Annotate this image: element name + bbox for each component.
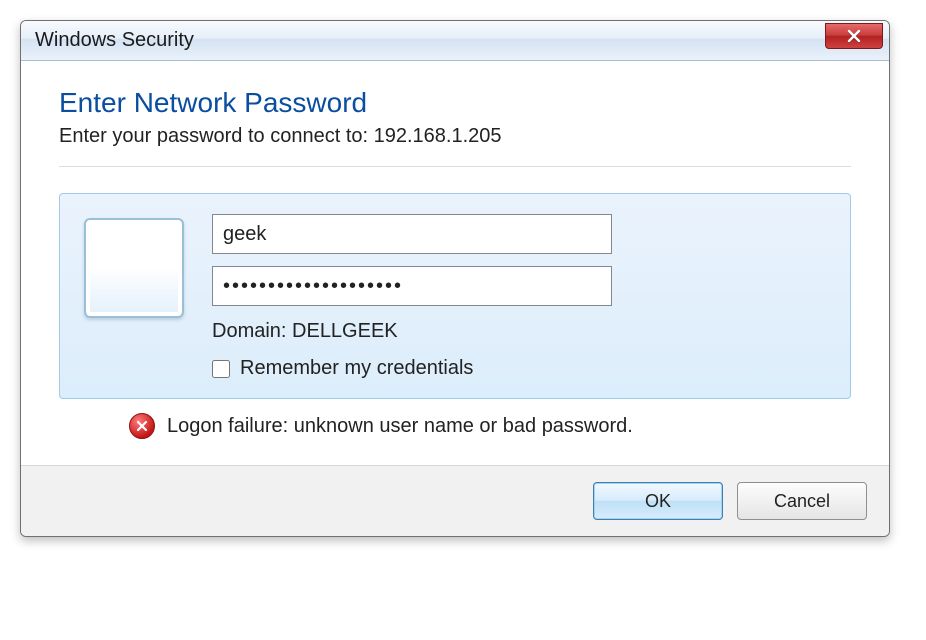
dialog-subtext: Enter your password to connect to: 192.1… (59, 125, 851, 148)
remember-checkbox[interactable] (212, 360, 230, 378)
cancel-button[interactable]: Cancel (737, 482, 867, 520)
close-button[interactable] (825, 23, 883, 49)
dialog-footer: OK Cancel (21, 465, 889, 536)
remember-label: Remember my credentials (240, 357, 473, 380)
titlebar: Windows Security (21, 21, 889, 61)
ok-button[interactable]: OK (593, 482, 723, 520)
security-dialog: Windows Security Enter Network Password … (20, 20, 890, 537)
dialog-heading: Enter Network Password (59, 87, 851, 119)
domain-label: Domain: DELLGEEK (212, 320, 826, 343)
close-icon (847, 29, 861, 43)
user-avatar-icon (84, 218, 184, 318)
dialog-content: Enter Network Password Enter your passwo… (21, 61, 889, 465)
credentials-panel: Domain: DELLGEEK Remember my credentials (59, 193, 851, 399)
divider (59, 166, 851, 167)
credential-fields: Domain: DELLGEEK Remember my credentials (212, 214, 826, 380)
password-input[interactable] (212, 266, 612, 306)
remember-credentials-row[interactable]: Remember my credentials (212, 357, 826, 380)
error-message-row: Logon failure: unknown user name or bad … (59, 399, 851, 445)
username-input[interactable] (212, 214, 612, 254)
error-message: Logon failure: unknown user name or bad … (167, 415, 633, 438)
window-title: Windows Security (35, 29, 194, 52)
error-icon (129, 413, 155, 439)
